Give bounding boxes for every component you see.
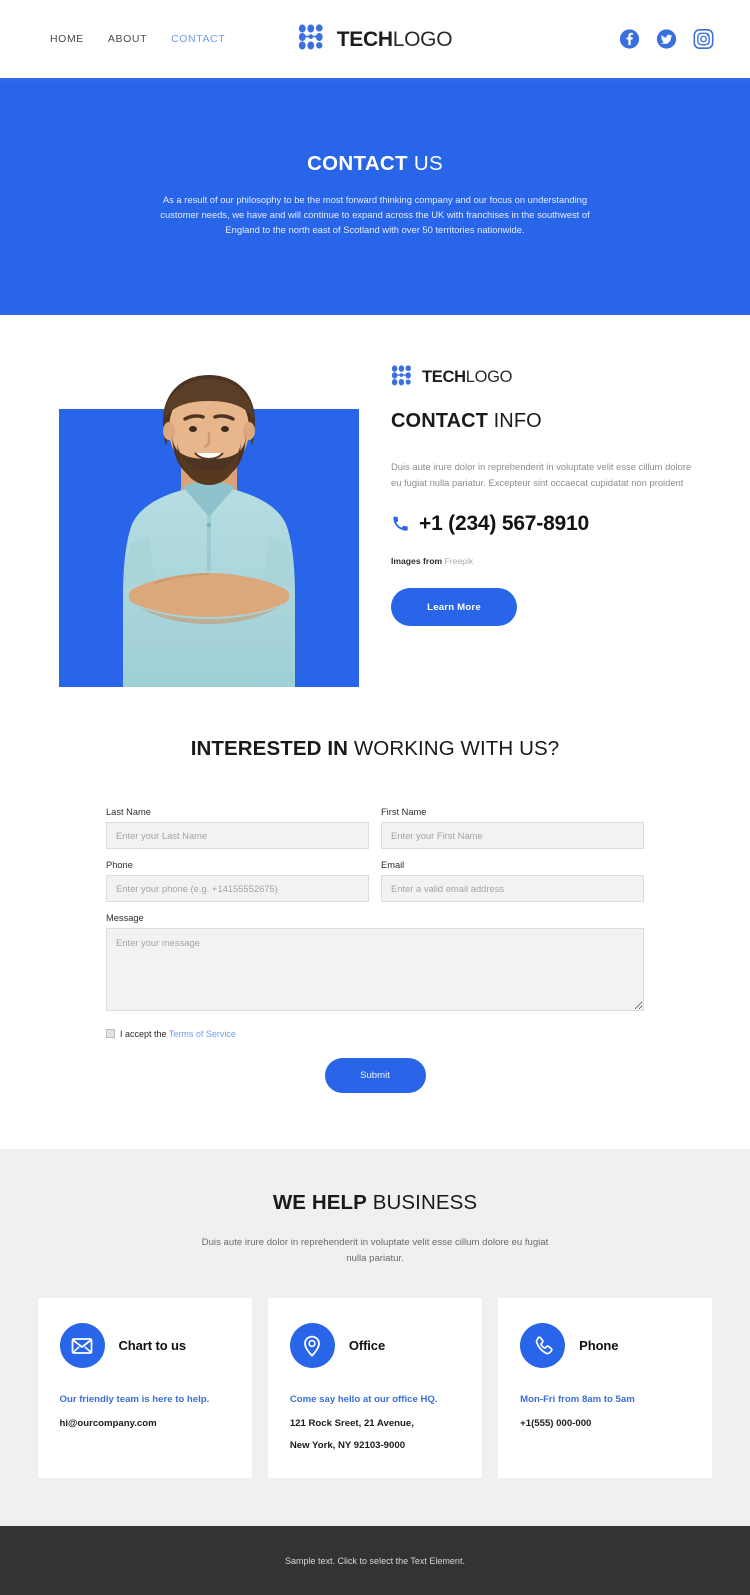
we-help-business-section: WE HELP BUSINESS Duis aute irure dolor i… — [0, 1148, 750, 1527]
person-photo-illustration — [123, 375, 295, 687]
card-detail-line: +1(555) 000-000 — [520, 1418, 592, 1430]
contact-phone-number: +1 (234) 567-8910 — [419, 512, 589, 536]
field-message: Message — [106, 913, 644, 1016]
brand-logo-text: TECHLOGO — [336, 27, 453, 51]
contact-form-section: INTERESTED IN WORKING WITH US? Last Name… — [0, 701, 750, 1149]
card-tagline: Come say hello at our office HQ. — [289, 1394, 438, 1406]
card-detail-line: 121 Rock Sreet, 21 Avenue, — [289, 1418, 414, 1430]
contact-info-heading: CONTACT INFO — [391, 411, 711, 431]
instagram-icon[interactable] — [693, 29, 714, 50]
card-chat-to-us[interactable]: Chart to us Our friendly team is here to… — [37, 1298, 252, 1479]
brand-logo-text-light: LOGO — [392, 27, 453, 51]
help-subtitle: Duis aute irure dolor in reprehenderit i… — [201, 1237, 549, 1264]
footer-sample-text[interactable]: Sample text. Click to select the Text El… — [285, 1556, 465, 1566]
card-tagline: Mon-Fri from 8am to 5am — [520, 1394, 635, 1406]
hero-section: CONTACT US As a result of our philosophy… — [0, 81, 750, 315]
site-footer: Sample text. Click to select the Text El… — [0, 1526, 750, 1595]
terms-checkbox[interactable] — [106, 1029, 115, 1038]
phone-input[interactable] — [106, 874, 369, 902]
email-input[interactable] — [381, 874, 644, 902]
card-header: Office — [289, 1323, 460, 1369]
image-credit-source[interactable]: Freepik — [445, 556, 474, 566]
phone-icon — [393, 517, 408, 531]
card-tagline: Our friendly team is here to help. — [59, 1394, 210, 1406]
submit-row: Submit — [106, 1057, 644, 1093]
contact-info-column: TECHLOGO CONTACT INFO Duis aute irure do… — [391, 357, 711, 647]
label-first-name: First Name — [381, 806, 427, 817]
info-logo: TECHLOGO — [391, 365, 711, 389]
page-title-light: US — [407, 152, 443, 175]
contact-photo — [59, 357, 359, 687]
info-logo-text: TECHLOGO — [422, 367, 513, 386]
map-pin-icon — [289, 1323, 335, 1369]
page-title-bold: CONTACT — [307, 152, 408, 175]
facebook-icon[interactable] — [619, 29, 640, 50]
page-title: CONTACT US — [307, 152, 443, 175]
field-last-name: Last Name — [106, 807, 369, 849]
last-name-input[interactable] — [106, 821, 369, 849]
terms-accept-label: I accept the Terms of Service — [120, 1029, 236, 1039]
terms-of-service-link[interactable]: Terms of Service — [169, 1029, 236, 1039]
label-last-name: Last Name — [106, 806, 151, 817]
help-heading-light: BUSINESS — [366, 1190, 478, 1214]
hero-subtitle: As a result of our philosophy to be the … — [160, 193, 590, 235]
contact-cards-row: Chart to us Our friendly team is here to… — [37, 1298, 713, 1479]
label-message: Message — [106, 912, 144, 923]
techlogo-dots-icon — [298, 24, 323, 50]
twitter-icon[interactable] — [656, 29, 677, 50]
contact-phone-row[interactable]: +1 (234) 567-8910 — [391, 513, 711, 534]
label-email: Email — [381, 859, 405, 870]
image-credit-prefix: Images from — [391, 556, 445, 567]
form-heading-bold: INTERESTED IN — [190, 737, 349, 760]
contact-form: Last Name First Name Phone Email Message… — [106, 807, 644, 1093]
card-detail-line-2: New York, NY 92103-9000 — [289, 1440, 406, 1452]
field-email: Email — [381, 860, 644, 902]
card-phone[interactable]: Phone Mon-Fri from 8am to 5am +1(555) 00… — [498, 1298, 713, 1479]
learn-more-button[interactable]: Learn More — [391, 588, 517, 627]
field-first-name: First Name — [381, 807, 644, 849]
envelope-icon — [59, 1323, 105, 1369]
contact-info-section: TECHLOGO CONTACT INFO Duis aute irure do… — [0, 315, 750, 701]
first-name-input[interactable] — [381, 821, 644, 849]
image-credit: Images from Freepik — [391, 556, 711, 566]
nav-item-home[interactable]: HOME — [50, 33, 84, 45]
card-office[interactable]: Office Come say hello at our office HQ. … — [267, 1298, 483, 1479]
message-textarea[interactable] — [106, 927, 644, 1011]
info-logo-text-bold: TECH — [422, 367, 466, 386]
submit-button[interactable]: Submit — [324, 1057, 426, 1093]
phone-icon — [520, 1323, 566, 1369]
card-title: Phone — [579, 1338, 619, 1354]
info-logo-text-light: LOGO — [465, 367, 513, 386]
card-title: Office — [348, 1338, 386, 1354]
form-heading-light: WORKING WITH US? — [348, 737, 560, 760]
card-title: Chart to us — [118, 1338, 187, 1354]
techlogo-dots-icon — [391, 365, 411, 386]
help-heading: WE HELP BUSINESS — [0, 1190, 750, 1214]
contact-info-heading-light: INFO — [487, 410, 542, 432]
contact-info-body: Duis aute irure dolor in reprehenderit i… — [391, 461, 692, 489]
site-header: HOME ABOUT CONTACT TECHLOGO — [0, 0, 750, 81]
main-navigation: HOME ABOUT CONTACT — [50, 33, 225, 45]
terms-accept-row: I accept the Terms of Service — [106, 1029, 644, 1039]
card-header: Chart to us — [59, 1323, 230, 1369]
brand-logo-text-bold: TECH — [336, 27, 393, 51]
form-heading: INTERESTED IN WORKING WITH US? — [0, 737, 750, 760]
terms-accept-text: I accept the — [120, 1028, 169, 1039]
contact-info-heading-bold: CONTACT — [391, 410, 488, 432]
card-detail-line: hi@ourcompany.com — [59, 1418, 157, 1430]
help-heading-bold: WE HELP — [272, 1190, 367, 1214]
social-links — [619, 29, 714, 50]
nav-item-about[interactable]: ABOUT — [108, 33, 147, 45]
card-header: Phone — [520, 1323, 690, 1369]
brand-logo[interactable]: TECHLOGO — [298, 24, 453, 54]
label-phone: Phone — [106, 859, 133, 870]
field-phone: Phone — [106, 860, 369, 902]
nav-item-contact[interactable]: CONTACT — [171, 33, 225, 45]
